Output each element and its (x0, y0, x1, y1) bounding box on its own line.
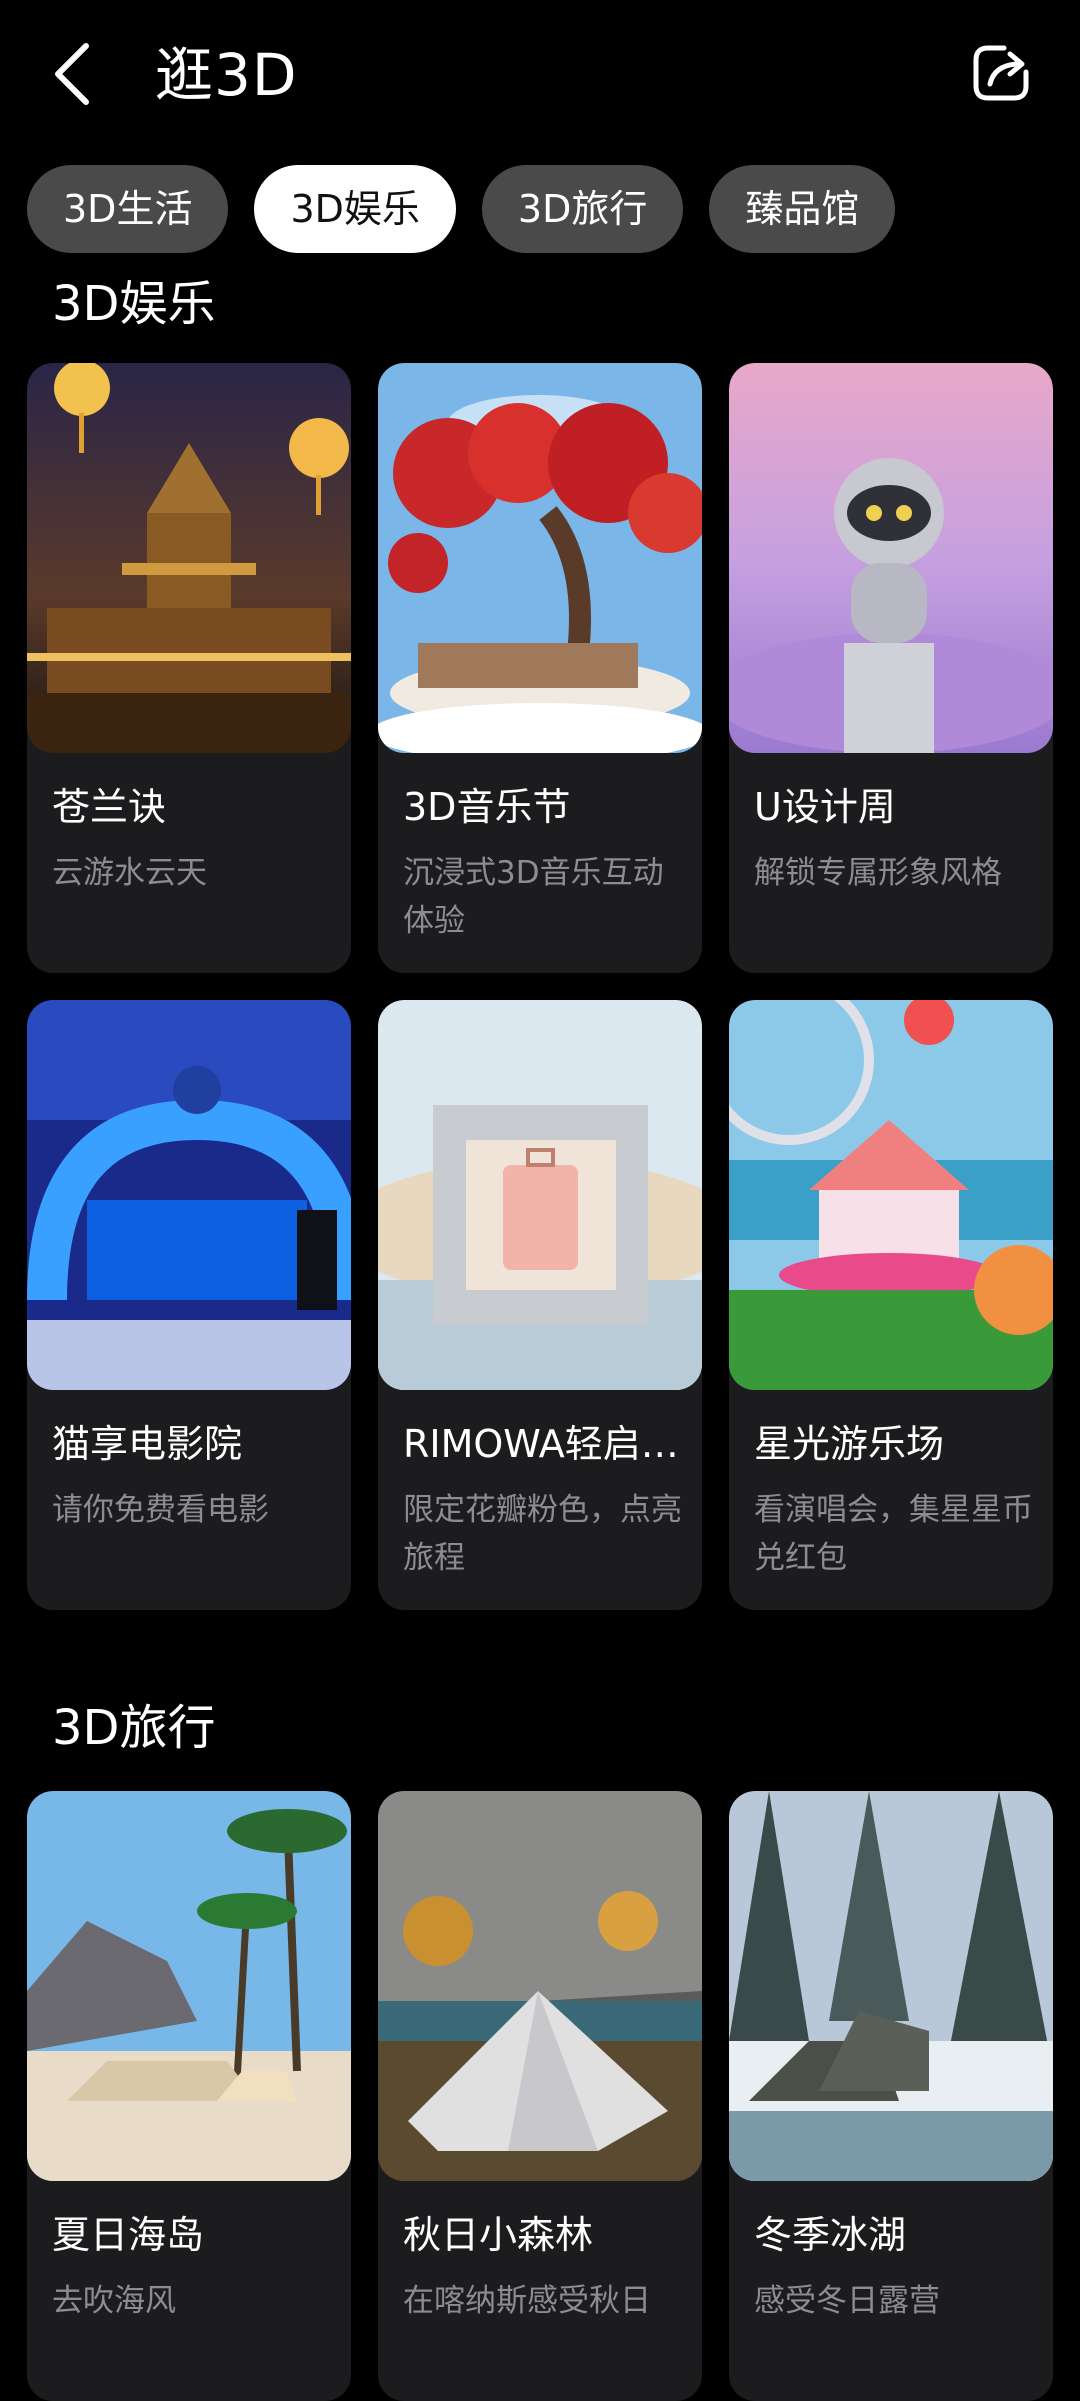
card-thumbnail (27, 1791, 351, 2181)
section-title-entertainment: 3D娱乐 (52, 276, 216, 332)
card-subtitle: 在喀纳斯感受秋日 (403, 2283, 651, 2319)
entertainment-grid: 苍兰诀 云游水云天 3D音乐节 沉浸式3D音乐互动体验 U设计周 解锁专属形象风… (27, 363, 1053, 1613)
card-3d-music-festival[interactable]: 3D音乐节 沉浸式3D音乐互动体验 (378, 363, 702, 973)
card-title: 冬季冰湖 (754, 2213, 907, 2257)
card-summer-island[interactable]: 夏日海岛 去吹海风 (27, 1791, 351, 2401)
autumn-tent-image (378, 1791, 702, 2181)
back-button[interactable] (42, 36, 106, 112)
card-u-design-week[interactable]: U设计周 解锁专属形象风格 (729, 363, 1053, 973)
carousel-park-image (729, 1000, 1053, 1390)
category-tabs: 3D生活 3D娱乐 3D旅行 臻品馆 (27, 165, 896, 253)
card-rimowa[interactable]: RIMOWA轻启… 限定花瓣粉色，点亮旅程 (378, 1000, 702, 1610)
red-tree-island-image (378, 363, 702, 753)
card-thumbnail (27, 363, 351, 753)
card-thumbnail (378, 1791, 702, 2181)
card-title: 猫享电影院 (52, 1422, 243, 1466)
card-winter-lake[interactable]: 冬季冰湖 感受冬日露营 (729, 1791, 1053, 2401)
card-subtitle: 去吹海风 (52, 2283, 176, 2319)
card-subtitle: 请你免费看电影 (52, 1492, 269, 1528)
back-arrow-icon (55, 43, 89, 105)
tab-3d-life[interactable]: 3D生活 (27, 165, 229, 253)
card-subtitle: 感受冬日露营 (754, 2283, 940, 2319)
tab-3d-entertainment[interactable]: 3D娱乐 (254, 165, 456, 253)
section-title-travel: 3D旅行 (52, 1700, 216, 1756)
card-thumbnail (378, 1000, 702, 1390)
card-title: U设计周 (754, 785, 896, 829)
card-starlight-park[interactable]: 星光游乐场 看演唱会，集星星币兑红包 (729, 1000, 1053, 1610)
card-title: 夏日海岛 (52, 2213, 205, 2257)
card-thumbnail (729, 1791, 1053, 2181)
card-cat-cinema[interactable]: 猫享电影院 请你免费看电影 (27, 1000, 351, 1610)
snow-camp-image (729, 1791, 1053, 2181)
cinema-scene-image (27, 1000, 351, 1390)
card-autumn-forest[interactable]: 秋日小森林 在喀纳斯感受秋日 (378, 1791, 702, 2401)
card-canglanjue[interactable]: 苍兰诀 云游水云天 (27, 363, 351, 973)
tab-3d-travel[interactable]: 3D旅行 (481, 165, 684, 253)
robot-avatar-image (729, 363, 1053, 753)
palace-night-image (27, 363, 351, 753)
card-title: 苍兰诀 (52, 785, 167, 829)
card-thumbnail (378, 363, 702, 753)
card-thumbnail (729, 363, 1053, 753)
beach-camp-image (27, 1791, 351, 2181)
card-subtitle: 沉浸式3D音乐互动体验 (403, 855, 664, 939)
share-icon (973, 45, 1029, 101)
share-button[interactable] (968, 40, 1034, 106)
card-title: 3D音乐节 (403, 785, 571, 829)
card-title: 秋日小森林 (403, 2213, 594, 2257)
tab-premium-hall[interactable]: 臻品馆 (709, 165, 896, 253)
card-title: RIMOWA轻启… (403, 1422, 679, 1466)
card-thumbnail (729, 1000, 1053, 1390)
app-header: 逛3D (0, 0, 1080, 150)
page-title: 逛3D (155, 41, 298, 109)
card-subtitle: 看演唱会，集星星币兑红包 (754, 1492, 1033, 1576)
card-thumbnail (27, 1000, 351, 1390)
card-title: 星光游乐场 (754, 1422, 945, 1466)
card-subtitle: 解锁专属形象风格 (754, 855, 1002, 891)
suitcase-frame-image (378, 1000, 702, 1390)
card-subtitle: 云游水云天 (52, 855, 207, 891)
travel-grid: 夏日海岛 去吹海风 秋日小森林 在喀纳斯感受秋日 冬季冰湖 感受冬日露营 (27, 1791, 1053, 2401)
card-subtitle: 限定花瓣粉色，点亮旅程 (403, 1492, 682, 1576)
